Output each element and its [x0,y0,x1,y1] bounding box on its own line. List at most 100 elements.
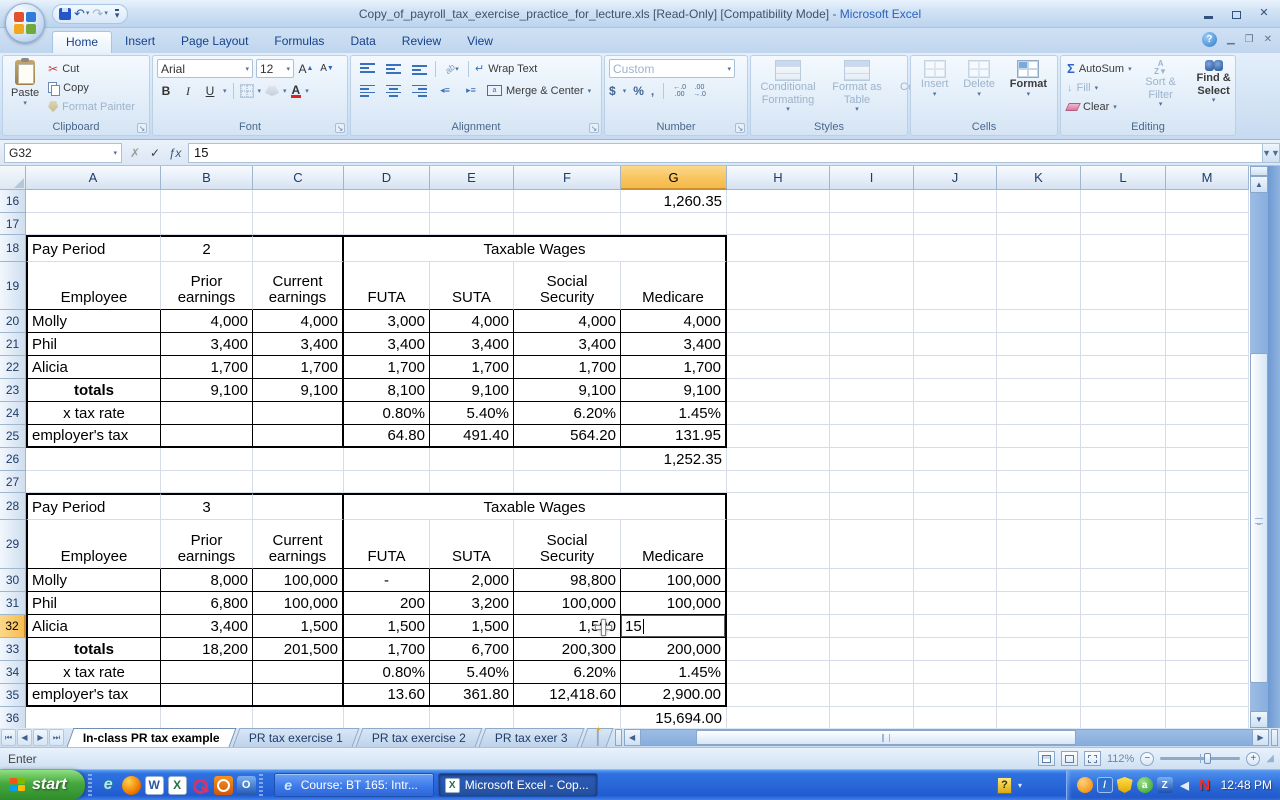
bold-button[interactable]: B [157,82,175,100]
cell-K32[interactable] [997,615,1081,638]
cell-G16[interactable]: 1,260.35 [621,190,727,213]
cell-I24[interactable] [830,402,914,425]
cell-M24[interactable] [1166,402,1249,425]
sheet-tab-pr-tax-exercise-2[interactable]: PR tax exercise 2 [355,728,482,747]
italic-button[interactable]: I [179,82,197,100]
cell-B34[interactable] [161,661,253,684]
row-header-19[interactable]: 19 [0,262,26,310]
cell-I23[interactable] [830,379,914,402]
cell-H16[interactable] [727,190,830,213]
redo-button[interactable]: ↷▾ [92,6,107,22]
cell-F17[interactable] [514,213,621,235]
cell-E30[interactable]: 2,000 [430,569,514,592]
align-right-button[interactable] [407,82,431,100]
cell-L19[interactable] [1081,262,1166,310]
cell-A24[interactable]: x tax rate [26,402,161,425]
shield-tray-icon[interactable] [1117,777,1133,793]
cell-A22[interactable]: Alicia [26,356,161,379]
cell-G23[interactable]: 9,100 [621,379,727,402]
decrease-decimal-button[interactable]: .00→.0 [693,84,706,98]
cell-M25[interactable] [1166,425,1249,448]
cell-B26[interactable] [161,448,253,471]
page-break-view-button[interactable] [1084,751,1101,766]
row-header-23[interactable]: 23 [0,379,26,402]
cell-E24[interactable]: 5.40% [430,402,514,425]
cell-I16[interactable] [830,190,914,213]
row-header-20[interactable]: 20 [0,310,26,333]
cell-B16[interactable] [161,190,253,213]
insert-worksheet-tab[interactable] [580,728,613,747]
row-header-28[interactable]: 28 [0,493,26,520]
sheet-tab-pr-tax-exercise-1[interactable]: PR tax exercise 1 [232,728,359,747]
cell-J32[interactable] [914,615,997,638]
row-header-24[interactable]: 24 [0,402,26,425]
cell-B31[interactable]: 6,800 [161,592,253,615]
cell-D22[interactable]: 1,700 [344,356,430,379]
cell-L32[interactable] [1081,615,1166,638]
format-cells-button[interactable]: Format▾ [1006,59,1051,120]
cell-A18[interactable]: Pay Period [26,235,161,262]
copy-button[interactable]: Copy [46,78,137,97]
cell-M18[interactable] [1166,235,1249,262]
cell-C34[interactable] [253,661,344,684]
cell-D25[interactable]: 64.80 [344,425,430,448]
cell-E19[interactable]: SUTA [430,262,514,310]
cell-J20[interactable] [914,310,997,333]
align-top-button[interactable] [355,60,379,78]
row-header-17[interactable]: 17 [0,213,26,235]
column-header-K[interactable]: K [997,166,1081,190]
column-header-B[interactable]: B [161,166,253,190]
cell-A25[interactable]: employer's tax [26,425,161,448]
cell-C21[interactable]: 3,400 [253,333,344,356]
cell-L18[interactable] [1081,235,1166,262]
cell-M23[interactable] [1166,379,1249,402]
font-dialog-launcher[interactable]: ↘ [335,123,345,133]
cell-J35[interactable] [914,684,997,707]
cell-M22[interactable] [1166,356,1249,379]
cell-L35[interactable] [1081,684,1166,707]
align-center-button[interactable] [381,82,405,100]
task-button-excel[interactable]: XMicrosoft Excel - Cop... [438,773,598,797]
cell-M30[interactable] [1166,569,1249,592]
cell-L20[interactable] [1081,310,1166,333]
alignment-dialog-launcher[interactable]: ↘ [589,123,599,133]
cell-H34[interactable] [727,661,830,684]
cell-B33[interactable]: 18,200 [161,638,253,661]
last-sheet-button[interactable]: ⏭ [49,729,64,746]
cell-C23[interactable]: 9,100 [253,379,344,402]
cell-F22[interactable]: 1,700 [514,356,621,379]
cell-A17[interactable] [26,213,161,235]
cell-E31[interactable]: 3,200 [430,592,514,615]
cell-J18[interactable] [914,235,997,262]
row-header-35[interactable]: 35 [0,684,26,707]
cell-A21[interactable]: Phil [26,333,161,356]
cell-F20[interactable]: 4,000 [514,310,621,333]
cell-D19[interactable]: FUTA [344,262,430,310]
cell-G17[interactable] [621,213,727,235]
cell-A32[interactable]: Alicia [26,615,161,638]
cell-I19[interactable] [830,262,914,310]
cell-H22[interactable] [727,356,830,379]
cell-A30[interactable]: Molly [26,569,161,592]
cell-G22[interactable]: 1,700 [621,356,727,379]
tab-split-handle-right[interactable] [1271,729,1278,746]
cell-G26[interactable]: 1,252.35 [621,448,727,471]
workbook-minimize-button[interactable]: ▁ [1227,34,1235,45]
clipboard-dialog-launcher[interactable]: ↘ [137,123,147,133]
cell-K28[interactable] [997,493,1081,520]
tab-view[interactable]: View [454,31,506,53]
cell-L22[interactable] [1081,356,1166,379]
cell-I29[interactable] [830,520,914,569]
zoom-in-button[interactable]: + [1246,752,1260,766]
cell-M16[interactable] [1166,190,1249,213]
scroll-down-button[interactable]: ▼ [1250,711,1268,728]
cell-D33[interactable]: 1,700 [344,638,430,661]
undo-button[interactable]: ↶▾ [74,6,89,22]
cell-K20[interactable] [997,310,1081,333]
cell-C32[interactable]: 1,500 [253,615,344,638]
merge-center-button[interactable]: aMerge & Center▾ [485,81,593,100]
cell-E25[interactable]: 491.40 [430,425,514,448]
cell-F21[interactable]: 3,400 [514,333,621,356]
resize-grip[interactable]: ◢ [1266,753,1274,764]
cell-F35[interactable]: 12,418.60 [514,684,621,707]
